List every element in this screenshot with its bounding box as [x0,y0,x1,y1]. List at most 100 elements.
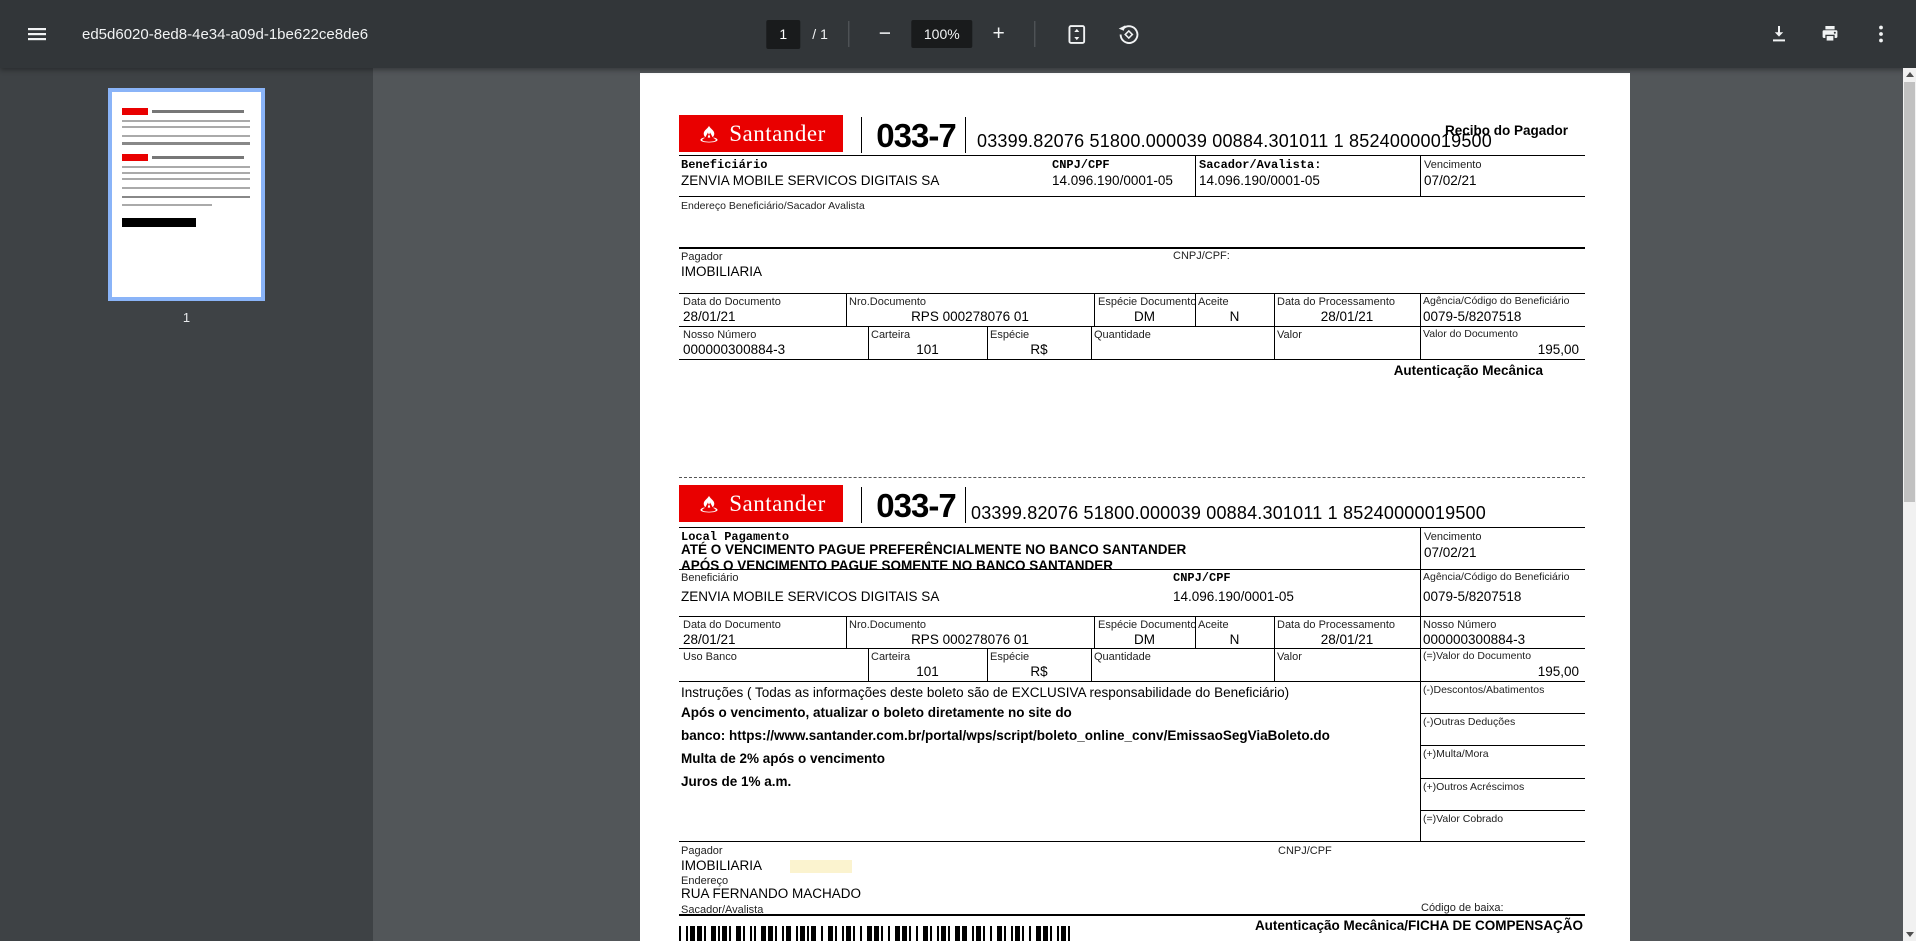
header-divider [861,117,862,153]
field-label: Carteira [871,651,911,663]
document-title: ed5d6020-8ed8-4e34-a09d-1be622ce8de6 [82,25,369,43]
scroll-down-button[interactable] [1903,928,1916,941]
pdf-toolbar: ed5d6020-8ed8-4e34-a09d-1be622ce8de6 / 1… [0,0,1916,68]
table-border [1274,648,1275,681]
scroll-down-icon [1905,932,1914,937]
agencia-label: Agência/Código do Beneficiário [1423,571,1570,583]
toolbar-divider [1034,21,1036,47]
table-border [1420,778,1585,779]
table-border [1420,527,1421,841]
table-border [679,196,1585,197]
field-label: Quantidade [1094,329,1151,341]
endereco-beneficiario-label: Endereço Beneficiário/Sacador Avalista [681,200,865,212]
table-border [1420,713,1585,714]
table-border [679,293,1585,294]
cut-line [679,477,1585,478]
pagador-value: IMOBILIARIA [681,858,763,873]
rotate-counterclockwise-icon [1118,24,1139,44]
field-label: Valor [1277,651,1302,663]
table-border [679,648,1585,649]
bank-code: 033-7 [876,117,956,154]
zoom-out-button[interactable]: − [869,18,901,50]
header-divider [965,487,966,523]
sacador-label: Sacador/Avalista: [1199,158,1322,172]
sacador-value: 14.096.190/0001-05 [1199,173,1320,188]
print-icon [1822,26,1838,42]
field-label: Agência/Código do Beneficiário [1423,295,1570,307]
rotate-button[interactable] [1108,13,1150,55]
table-border [1195,293,1196,326]
field-value: 000000300884-3 [1423,632,1526,647]
field-label: Nro.Documento [849,619,927,631]
fit-to-page-button[interactable] [1056,13,1098,55]
scrollbar-thumb[interactable] [1904,82,1915,502]
santander-logo: Santander [679,115,843,152]
table-border [868,648,869,681]
hamburger-icon [28,28,46,41]
recibo-title: Recibo do Pagador [1444,123,1568,138]
table-border [679,616,1585,617]
field-label: Data do Documento [683,296,781,308]
zoom-level[interactable]: 100% [910,20,973,48]
page-number-input[interactable] [766,19,801,49]
field-value: R$ [1030,342,1048,357]
field-value: 101 [916,342,939,357]
table-border [1420,810,1585,811]
table-border [679,841,1585,842]
page-total: / 1 [812,26,828,42]
table-border [1091,648,1092,681]
instrucoes-line: banco: https://www.santander.com.br/port… [681,728,1330,743]
deductions-label: (+)Multa/Mora [1423,748,1489,760]
field-label: Nosso Número [1423,619,1497,631]
table-border [679,247,1585,249]
field-label: Carteira [871,329,911,341]
table-border [1420,293,1421,326]
pagador-label: Pagador [681,845,723,857]
toolbar-right [1758,13,1902,55]
table-border [1274,616,1275,648]
endereco-value: RUA FERNANDO MACHADO [681,886,862,901]
vencimento-label: Vencimento [1424,531,1482,543]
header-divider [861,487,862,523]
field-label: Data do Processamento [1277,619,1396,631]
instrucoes-line: Juros de 1% a.m. [681,774,792,789]
zoom-in-button[interactable]: + [983,18,1015,50]
field-value: N [1229,632,1240,647]
thumbnail-page-number: 1 [182,310,191,325]
table-border [679,914,1585,916]
cnpj-label: CNPJ/CPF [1173,571,1231,585]
deductions-label: (+)Outros Acréscimos [1423,781,1525,793]
instrucoes-line: Instruções ( Todas as informações deste … [681,685,1290,700]
table-border [1195,155,1196,196]
pagador-cnpj-label: CNPJ/CPF: [1173,250,1230,262]
beneficiario-label: Beneficiário [681,158,768,172]
table-border [679,569,1585,570]
cnpj-value: 14.096.190/0001-05 [1052,173,1173,188]
more-options-button[interactable] [1860,13,1902,55]
table-border [679,681,1585,682]
vertical-scrollbar[interactable] [1903,68,1916,941]
table-border [868,326,869,359]
field-value: DM [1134,632,1155,647]
deductions-label: (-)Outras Deduções [1423,716,1516,728]
table-border [987,648,988,681]
scroll-up-button[interactable] [1903,68,1916,81]
table-border [846,616,847,648]
download-button[interactable] [1758,13,1800,55]
highlight-mark [790,860,852,873]
instrucoes-line: Após o vencimento, atualizar o boleto di… [681,705,1072,720]
table-border [679,155,1585,156]
autenticacao-mecanica: Autenticação Mecânica [1393,363,1543,378]
menu-button[interactable] [16,13,58,55]
toolbar-divider [847,21,849,47]
santander-flame-icon [700,495,718,513]
table-border [679,359,1585,360]
page-1-thumbnail[interactable] [108,88,265,301]
table-border [1420,155,1421,196]
field-value: RPS 000278076 01 [911,309,1029,324]
kebab-menu-icon [1879,25,1883,43]
field-value: 28/01/21 [1320,309,1374,324]
field-label: Espécie Documento [1098,619,1197,631]
print-button[interactable] [1809,13,1851,55]
table-border [987,326,988,359]
